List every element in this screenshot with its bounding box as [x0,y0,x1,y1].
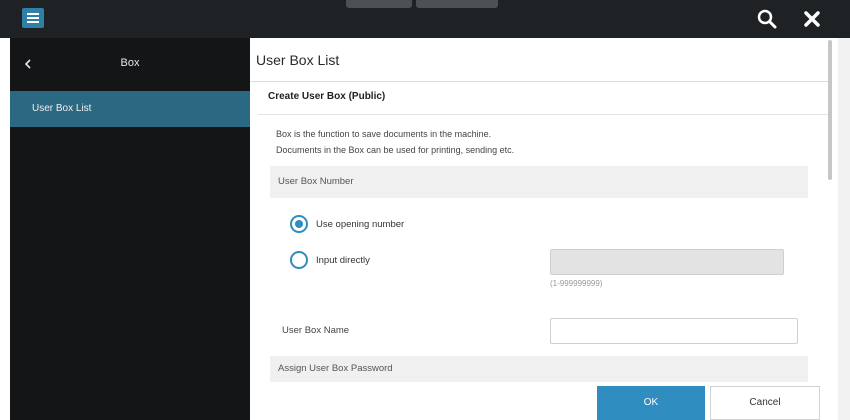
radio-label: Use opening number [316,218,405,230]
close-icon [804,11,820,27]
description-line-1: Box is the function to save documents in… [276,129,492,139]
scrollbar-thumb[interactable] [828,40,832,180]
scrollbar-track[interactable] [838,38,850,420]
radio-button-checked[interactable] [290,215,308,233]
title-divider [250,81,828,82]
cancel-button[interactable]: Cancel [710,386,820,420]
top-tab-left[interactable] [346,0,412,8]
sidebar-title: Box [120,57,140,69]
radio-button-unchecked[interactable] [290,251,308,269]
left-edge-strip [0,38,10,420]
radio-input-directly[interactable]: Input directly [290,249,370,271]
radio-label: Input directly [316,254,370,266]
range-hint: (1-999999999) [550,279,603,288]
sidebar: Box User Box List [10,38,250,420]
main-panel: User Box List Create User Box (Public) B… [250,38,838,420]
sidebar-header: Box [10,38,250,90]
search-icon [757,9,777,29]
description-line-2: Documents in the Box can be used for pri… [276,145,515,155]
top-bar [0,0,850,38]
sidebar-item-user-box-list[interactable]: User Box List [10,91,250,127]
top-tab-right[interactable] [416,0,498,8]
search-button[interactable] [756,8,778,30]
user-box-number-heading: User Box Number [270,166,808,198]
user-box-number-input[interactable] [550,249,784,275]
close-button[interactable] [801,8,823,30]
page-title: User Box List [256,52,340,68]
radio-use-opening-number[interactable]: Use opening number [290,213,404,235]
sidebar-item-label: User Box List [32,103,92,114]
assign-password-heading: Assign User Box Password [270,356,808,382]
section-title: Create User Box (Public) [268,91,386,102]
section-divider [258,114,828,115]
ok-button[interactable]: OK [597,386,705,420]
hamburger-menu-icon [27,13,39,23]
user-box-name-label: User Box Name [282,325,350,336]
user-box-name-input[interactable] [550,318,798,344]
menu-button[interactable] [22,8,44,28]
